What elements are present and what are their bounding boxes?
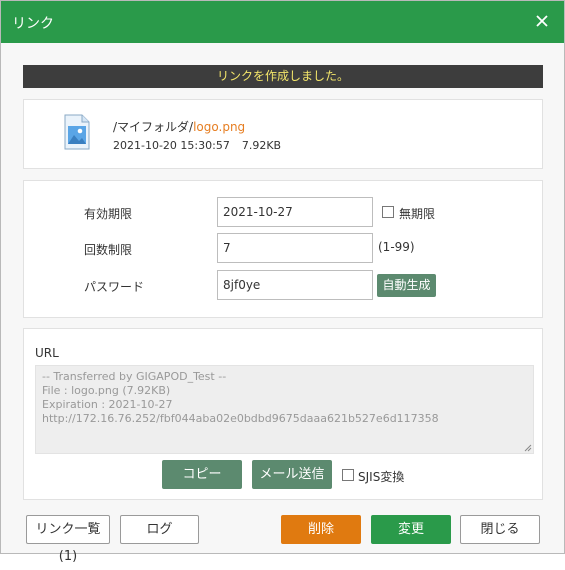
close-button[interactable]: 閉じる: [460, 515, 540, 544]
dialog-titlebar: リンク: [1, 1, 564, 43]
password-label: パスワード: [84, 280, 145, 294]
expiry-label: 有効期限: [84, 207, 133, 221]
file-meta: 2021-10-20 15:30:57 7.92KB: [113, 139, 281, 152]
url-textarea[interactable]: -- Transferred by GIGAPOD_Test -- File :…: [35, 365, 534, 454]
sjis-checkbox[interactable]: [342, 469, 354, 481]
file-name-link[interactable]: logo.png: [193, 120, 245, 134]
image-file-icon: [64, 114, 90, 150]
file-size: 7.92KB: [241, 139, 282, 152]
delete-button[interactable]: 削除: [281, 515, 361, 544]
unlimited-checkbox[interactable]: [382, 206, 394, 218]
link-list-button[interactable]: リンク一覧(1): [26, 515, 110, 564]
file-info-panel: /マイフォルダ/logo.png 2021-10-20 15:30:57 7.92…: [23, 99, 543, 169]
resize-grip-icon[interactable]: [524, 444, 532, 452]
send-mail-button[interactable]: メール送信: [252, 460, 332, 489]
dialog-title: リンク: [12, 16, 54, 32]
unlimited-label: 無期限: [399, 207, 436, 221]
link-dialog: リンク リンクを作成しました。 /マイフォルダ/logo.png 2021-10…: [0, 0, 565, 564]
password-input[interactable]: [217, 270, 373, 300]
count-range-hint: (1-99): [378, 240, 415, 254]
link-settings-panel: 有効期限 無期限 回数制限 (1-99) パスワード 自動生成: [23, 180, 543, 318]
auto-generate-button[interactable]: 自動生成: [377, 274, 436, 297]
sjis-label: SJIS変換: [358, 470, 405, 484]
count-limit-label: 回数制限: [84, 243, 133, 257]
file-date: 2021-10-20 15:30:57: [113, 139, 230, 152]
copy-button[interactable]: コピー: [162, 460, 242, 489]
count-limit-input[interactable]: [217, 233, 373, 263]
folder-path: /マイフォルダ/: [113, 120, 194, 134]
success-notice: リンクを作成しました。: [23, 65, 543, 88]
url-label: URL: [35, 346, 59, 360]
url-panel: URL -- Transferred by GIGAPOD_Test -- Fi…: [23, 328, 543, 500]
file-path: /マイフォルダ/logo.png: [113, 118, 245, 135]
expiry-date-input[interactable]: [217, 197, 373, 227]
change-button[interactable]: 変更: [371, 515, 451, 544]
close-icon[interactable]: [534, 13, 550, 29]
log-button[interactable]: ログ: [120, 515, 199, 544]
